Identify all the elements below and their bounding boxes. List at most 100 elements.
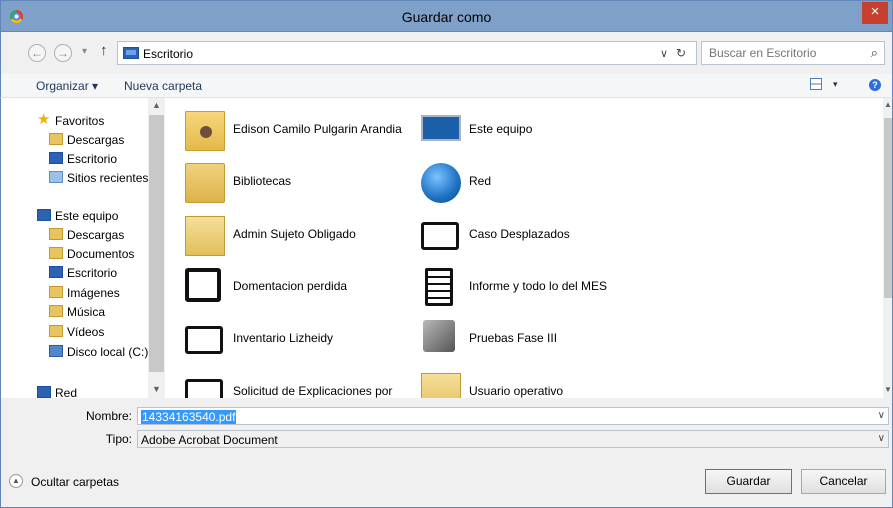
videos-icon — [49, 325, 63, 337]
computer-icon — [37, 209, 51, 221]
file-name: Domentacion perdida — [233, 279, 348, 293]
sidebar-item-label: Red — [55, 386, 78, 398]
address-dropdown-icon[interactable]: ∨ — [660, 47, 668, 60]
address-bar[interactable]: Escritorio ∨ ↻ — [117, 41, 697, 65]
list-item[interactable]: Domentacion perdida — [165, 264, 395, 308]
desktop-folder-icon — [123, 47, 139, 59]
sidebar-scrollbar[interactable]: ▲ ▼ — [148, 98, 165, 398]
sidebar-item-imagenes[interactable]: Imágenes — [49, 284, 164, 302]
cancel-button[interactable]: Cancelar — [801, 469, 886, 494]
sidebar-item-disco-local[interactable]: Disco local (C:) — [49, 343, 164, 361]
view-dropdown-icon[interactable]: ▾ — [833, 79, 838, 90]
sidebar-item-label: Favoritos — [55, 114, 105, 128]
search-input[interactable] — [709, 46, 859, 60]
window-title: Guardar como — [401, 9, 492, 25]
sidebar-item-red[interactable]: Red — [37, 384, 164, 398]
list-item[interactable]: Edison Camilo Pulgarin Arandia — [165, 107, 402, 151]
organize-button[interactable]: Organizar ▾ — [36, 79, 98, 93]
sidebar-item-label: Descargas — [67, 133, 125, 147]
file-name: Admin Sujeto Obligado — [233, 227, 356, 241]
drive-icon — [49, 345, 63, 357]
hide-folders-label[interactable]: Ocultar carpetas — [31, 475, 119, 489]
navigation-pane: ★ Favoritos Descargas Escritorio Sitios … — [0, 98, 164, 398]
network-globe-icon — [421, 163, 461, 203]
sidebar-item-musica[interactable]: Música — [49, 303, 164, 321]
list-item[interactable]: Admin Sujeto Obligado — [165, 212, 395, 256]
sidebar-item-descargas[interactable]: Descargas — [49, 131, 164, 149]
list-item[interactable]: Usuario operativo — [401, 369, 631, 398]
hide-folders-toggle[interactable]: ▲ Ocultar carpetas — [9, 474, 119, 489]
list-item[interactable]: Informe y todo lo del MES — [401, 264, 631, 308]
file-name: Caso Desplazados — [469, 227, 570, 241]
scroll-up-icon[interactable]: ▲ — [884, 100, 892, 109]
user-folder-icon — [185, 111, 225, 151]
filename-value[interactable]: 14334163540.pdf — [141, 410, 237, 424]
sidebar-item-sitios-recientes[interactable]: Sitios recientes — [49, 169, 164, 187]
sidebar-item-label: Documentos — [67, 247, 135, 261]
sidebar-item-videos[interactable]: Vídeos — [49, 323, 164, 341]
computer-icon — [421, 115, 461, 141]
package-icon — [185, 268, 221, 302]
music-icon — [49, 305, 63, 317]
downloads-icon — [49, 228, 63, 240]
network-icon — [37, 386, 51, 398]
sidebar-item-escritorio[interactable]: Escritorio — [49, 150, 164, 168]
scroll-up-icon[interactable]: ▲ — [152, 100, 161, 110]
desktop-icon — [49, 266, 63, 278]
list-item[interactable]: Red — [401, 159, 631, 203]
tools-icon — [423, 320, 455, 352]
list-item[interactable]: Inventario Lizheidy — [165, 316, 395, 360]
list-item[interactable]: Solicitud de Explicaciones por — [165, 369, 395, 398]
scroll-thumb[interactable] — [884, 118, 892, 298]
view-options-icon[interactable] — [810, 78, 822, 90]
search-icon[interactable]: ⌕ — [871, 45, 878, 61]
sidebar-item-label: Disco local (C:) — [67, 345, 149, 359]
list-item[interactable]: Pruebas Fase III — [401, 316, 631, 360]
file-name: Pruebas Fase III — [469, 331, 558, 345]
filetype-label: Tipo: — [105, 432, 132, 446]
list-item[interactable]: Caso Desplazados — [401, 212, 631, 256]
sidebar-item-este-equipo[interactable]: Este equipo — [37, 207, 164, 225]
filename-field[interactable]: 14334163540.pdf ∨ — [137, 407, 889, 425]
refresh-icon[interactable]: ↻ — [676, 46, 686, 60]
navigation-bar: ← → ▾ ↑ Escritorio ∨ ↻ ⌕ — [0, 32, 893, 74]
recent-locations-icon[interactable]: ▾ — [82, 46, 87, 57]
file-name: Este equipo — [469, 122, 533, 136]
up-icon[interactable]: ↑ — [100, 42, 108, 59]
file-name: Red — [469, 174, 492, 188]
sidebar-item-label: Escritorio — [67, 152, 118, 166]
sidebar-item-favoritos[interactable]: ★ Favoritos — [37, 112, 164, 130]
list-item[interactable]: Este equipo — [401, 107, 631, 151]
collapse-icon[interactable]: ▲ — [9, 474, 23, 488]
command-bar: Organizar ▾ Nueva carpeta ▾ ? — [0, 74, 893, 98]
filetype-select[interactable]: Adobe Acrobat Document ∨ — [137, 430, 889, 448]
save-button[interactable]: Guardar — [705, 469, 792, 494]
sidebar-item-label: Vídeos — [67, 325, 105, 339]
desktop-icon — [49, 152, 63, 164]
back-icon[interactable]: ← — [28, 44, 46, 62]
address-crumb[interactable]: Escritorio — [143, 47, 193, 61]
scroll-thumb[interactable] — [149, 115, 164, 372]
chevron-down-icon[interactable]: ∨ — [878, 433, 885, 444]
folder-icon — [185, 326, 223, 354]
new-folder-button[interactable]: Nueva carpeta — [124, 79, 202, 93]
documents-icon — [49, 247, 63, 259]
chevron-down-icon[interactable]: ∨ — [878, 410, 885, 421]
sidebar-item-documentos[interactable]: Documentos — [49, 245, 164, 263]
file-list: Edison Camilo Pulgarin Arandia Este equi… — [165, 98, 883, 398]
sidebar-item-label: Imágenes — [67, 286, 120, 300]
list-item[interactable]: Bibliotecas — [165, 159, 395, 203]
sidebar-item-label: Sitios recientes — [67, 171, 149, 185]
sidebar-item-descargas-pc[interactable]: Descargas — [49, 226, 164, 244]
scroll-down-icon[interactable]: ▼ — [884, 385, 892, 394]
sidebar-item-label: Música — [67, 305, 106, 319]
close-button[interactable]: × — [862, 2, 888, 24]
forward-icon[interactable]: → — [54, 44, 72, 62]
help-icon[interactable]: ? — [869, 79, 881, 91]
pictures-icon — [49, 286, 63, 298]
filetype-value[interactable]: Adobe Acrobat Document — [141, 433, 278, 447]
content-scrollbar[interactable]: ▲ ▼ — [883, 98, 893, 398]
search-box[interactable]: ⌕ — [701, 41, 885, 65]
scroll-down-icon[interactable]: ▼ — [152, 384, 161, 394]
sidebar-item-escritorio-pc[interactable]: Escritorio — [49, 264, 164, 282]
